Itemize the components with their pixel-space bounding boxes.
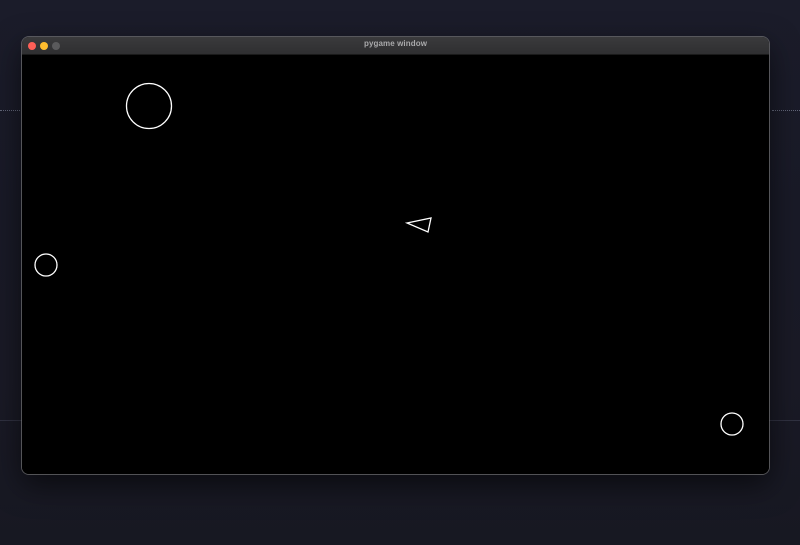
game-scene	[34, 82, 744, 436]
window-titlebar[interactable]: pygame window	[22, 37, 769, 55]
desktop-dotted-line-right	[772, 110, 800, 111]
asteroid-small-bottom-right	[720, 412, 744, 436]
asteroid-large	[125, 82, 173, 130]
pygame-window: pygame window	[22, 37, 769, 474]
asteroid-small-left	[34, 253, 58, 277]
desktop-dotted-line-left	[0, 110, 20, 111]
player-ship	[404, 217, 432, 233]
window-title: pygame window	[363, 39, 428, 48]
game-canvas[interactable]	[22, 55, 769, 474]
